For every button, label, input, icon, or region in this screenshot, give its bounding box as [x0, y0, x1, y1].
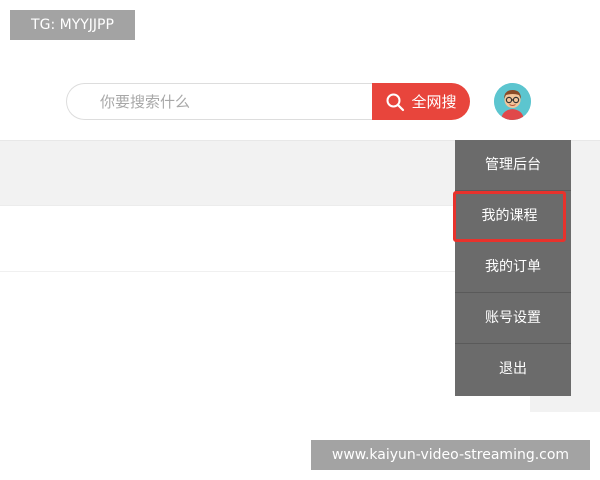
watermark-bottom: www.kaiyun-video-streaming.com — [311, 440, 590, 470]
search-button[interactable]: 全网搜 — [372, 83, 470, 120]
menu-item-account-settings[interactable]: 账号设置 — [455, 293, 571, 344]
menu-item-admin[interactable]: 管理后台 — [455, 140, 571, 191]
menu-item-logout[interactable]: 退出 — [455, 344, 571, 395]
menu-item-my-courses[interactable]: 我的课程 — [453, 191, 566, 242]
watermark-top: TG: MYYJJPP — [10, 10, 135, 40]
user-dropdown-menu: 管理后台 我的课程 我的订单 账号设置 退出 — [453, 140, 571, 396]
search-icon — [386, 93, 405, 111]
search-input[interactable] — [66, 83, 372, 120]
row-divider — [0, 271, 530, 272]
avatar[interactable] — [494, 83, 531, 120]
search-button-label: 全网搜 — [411, 93, 457, 111]
avatar-icon — [494, 83, 531, 120]
menu-item-my-orders[interactable]: 我的订单 — [455, 242, 571, 293]
site-header: 全网搜 — [0, 55, 600, 141]
